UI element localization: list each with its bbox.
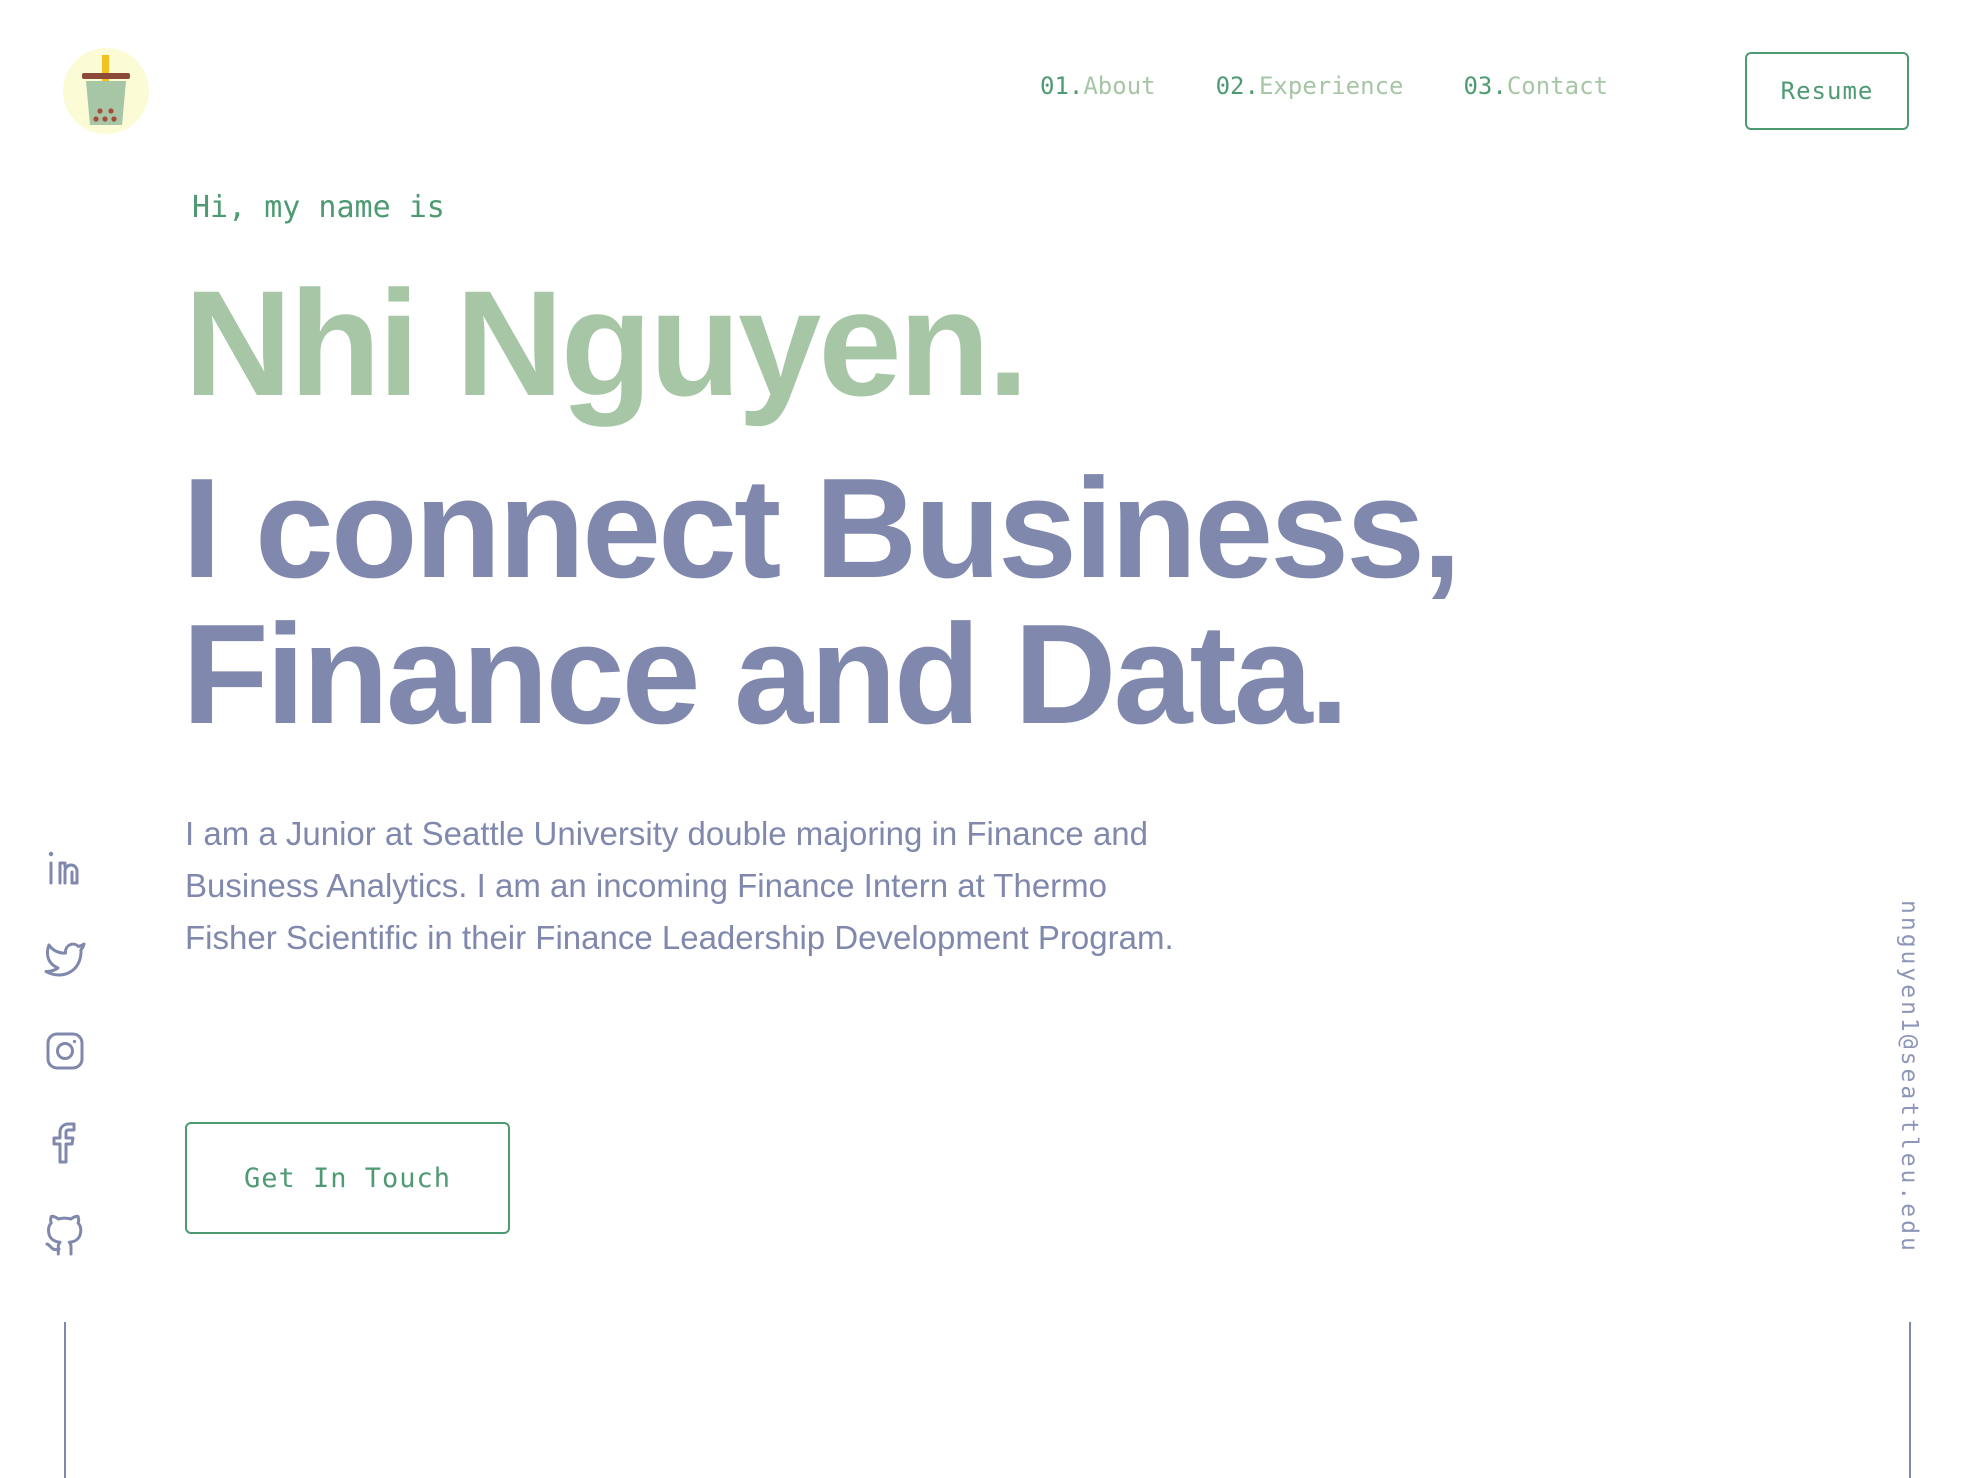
linkedin-icon[interactable] — [40, 842, 90, 892]
headline-line-2: Finance and Data. — [182, 595, 1349, 754]
logo-bubble-tea-icon[interactable] — [63, 48, 149, 134]
hero-headline: I connect Business, Finance and Data. — [182, 449, 1462, 754]
nav-experience[interactable]: 02.Experience — [1216, 72, 1404, 100]
portfolio-page: 01.About 02.Experience 03.Contact Resume… — [0, 0, 1966, 1478]
instagram-icon[interactable] — [40, 1026, 90, 1076]
main-nav: 01.About 02.Experience 03.Contact — [1040, 72, 1668, 100]
nav-contact[interactable]: 03.Contact — [1463, 72, 1608, 100]
nav-about-label: About — [1083, 72, 1156, 100]
twitter-icon[interactable] — [40, 934, 90, 984]
hero-name: Nhi Nguyen. — [184, 259, 1029, 427]
nav-experience-number: 02. — [1215, 72, 1259, 100]
right-rail-line — [1909, 1322, 1911, 1478]
headline-line-1: I connect Business, — [182, 449, 1462, 608]
greeting-text: Hi, my name is — [192, 190, 445, 225]
nav-about-number: 01. — [1040, 72, 1084, 100]
facebook-icon[interactable] — [40, 1118, 90, 1168]
nav-experience-label: Experience — [1258, 72, 1404, 100]
nav-contact-number: 03. — [1463, 72, 1507, 100]
email-link[interactable]: nnguyen1@seattleu.edu — [1896, 900, 1922, 1254]
get-in-touch-button[interactable]: Get In Touch — [185, 1122, 510, 1234]
nav-about[interactable]: 01.About — [1040, 72, 1156, 100]
hero-bio: I am a Junior at Seattle University doub… — [185, 815, 1174, 956]
left-rail-line — [64, 1322, 66, 1478]
nav-contact-label: Contact — [1506, 72, 1608, 100]
resume-button[interactable]: Resume — [1745, 52, 1909, 130]
github-icon[interactable] — [40, 1210, 90, 1260]
